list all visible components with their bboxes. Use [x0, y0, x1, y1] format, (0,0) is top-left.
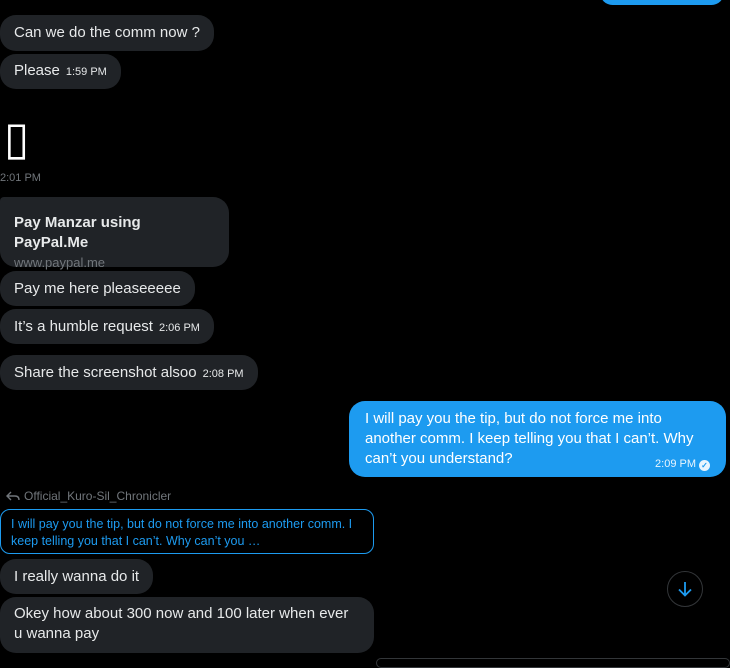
message-bubble[interactable]: Okey how about 300 now and 100 later whe…	[0, 597, 374, 653]
reply-quote-text: I will pay you the tip, but do not force…	[11, 517, 353, 548]
sent-message-bubble[interactable]: I will pay you the tip, but do not force…	[349, 401, 726, 477]
link-domain: www.paypal.me	[14, 255, 106, 270]
reply-quote[interactable]: I will pay you the tip, but do not force…	[0, 509, 374, 554]
composer-edge	[376, 658, 730, 668]
message-text: Okey how about 300 now and 100 later whe…	[14, 605, 349, 642]
unsupported-media-placeholder[interactable]: ▯	[4, 112, 29, 164]
message-text: I really wanna do it	[14, 568, 140, 585]
message-bubble[interactable]: I really wanna do it	[0, 559, 154, 594]
message-bubble[interactable]: Please 1:59 PM	[0, 54, 121, 89]
message-timestamp: 1:59 PM	[65, 66, 107, 78]
reply-header: Official_Kuro-Sil_Chronicler	[6, 488, 171, 504]
link-card[interactable]: Pay Manzar using PayPal.Me www.paypal.me	[0, 197, 229, 270]
message-text: Pay me here pleaseeeee	[14, 280, 181, 297]
reply-author: Official_Kuro-Sil_Chronicler	[24, 489, 172, 503]
message-text: Share the screenshot alsoo	[14, 364, 197, 381]
message-bubble[interactable]: Share the screenshot alsoo 2:08 PM	[0, 355, 258, 390]
reply-arrow-icon	[6, 490, 20, 502]
check-circle-icon: ✓	[699, 460, 710, 471]
link-title: Pay Manzar using PayPal.Me	[14, 214, 141, 251]
sent-bubble-previous	[600, 0, 724, 5]
message-bubble[interactable]: It’s a humble request 2:06 PM	[0, 309, 214, 344]
message-timestamp: 2:06 PM	[158, 322, 200, 334]
arrow-down-icon	[677, 580, 693, 598]
message-bubble[interactable]: Pay me here pleaseeeee	[0, 271, 195, 306]
message-text: It’s a humble request	[14, 318, 153, 335]
message-bubble[interactable]: Can we do the comm now ?	[0, 15, 214, 51]
message-timestamp: 2:01 PM	[0, 172, 41, 184]
message-text: Please	[14, 62, 60, 79]
message-timestamp: 2:08 PM	[202, 368, 244, 380]
message-timestamp: 2:09 PM	[655, 458, 696, 470]
message-text: Can we do the comm now ?	[14, 24, 200, 41]
scroll-to-bottom-button[interactable]	[667, 571, 703, 607]
